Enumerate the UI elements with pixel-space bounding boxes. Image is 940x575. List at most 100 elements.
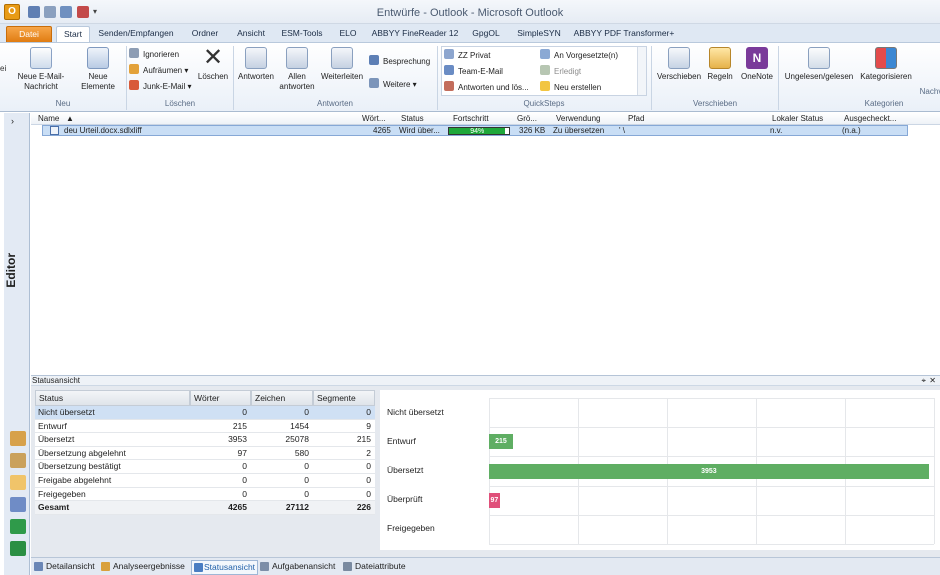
chart-gridline bbox=[489, 427, 934, 429]
tab-gpgol[interactable]: GpgOL bbox=[466, 26, 506, 42]
reply-button[interactable]: Antworten bbox=[236, 47, 276, 82]
unread-read-button[interactable]: Ungelesen/gelesen bbox=[781, 47, 857, 82]
meeting-button[interactable]: Besprechung bbox=[369, 55, 430, 67]
forward-button[interactable]: Weiterleiten bbox=[318, 47, 366, 82]
file-checked-out: (n.a.) bbox=[842, 126, 861, 135]
tab-simplesyn[interactable]: SimpleSYN bbox=[511, 26, 567, 42]
chart-gridline bbox=[934, 398, 935, 544]
tab-detailansicht[interactable]: Detailansicht bbox=[34, 560, 95, 573]
quickstep-to-manager[interactable]: An Vorgesetzte(n) bbox=[540, 49, 618, 61]
quickstep-team-email[interactable]: Team-E-Mail bbox=[444, 65, 503, 77]
status-table-row[interactable]: Übersetzung bestätigt 0 0 0 bbox=[35, 460, 375, 474]
column-header-path[interactable]: Pfad bbox=[628, 114, 644, 123]
tab-analyseergebnisse[interactable]: Analyseergebnisse bbox=[101, 560, 185, 573]
column-header-row: Name ▲ Wört... Status Fortschritt Grö...… bbox=[31, 113, 940, 125]
status-table-total-row[interactable]: Gesamt 4265 27112 226 bbox=[35, 501, 375, 515]
tab-abbyy-pdf-transformer[interactable]: ABBYY PDF Transformer+ bbox=[572, 26, 676, 42]
expand-chevron-icon[interactable]: › bbox=[11, 116, 14, 126]
status-table-header-chars[interactable]: Zeichen bbox=[251, 390, 313, 406]
delete-button[interactable]: ✕ Löschen bbox=[196, 46, 230, 82]
tab-statusansicht[interactable]: Statusansicht bbox=[191, 560, 259, 575]
file-status: Wird über... bbox=[399, 126, 440, 135]
ignore-button[interactable]: Ignorieren bbox=[129, 48, 179, 60]
tab-ordner[interactable]: Ordner bbox=[183, 26, 227, 42]
status-table-row[interactable]: Übersetzt 3953 25078 215 bbox=[35, 433, 375, 447]
chart-gridline bbox=[489, 514, 934, 516]
cleanup-icon bbox=[129, 64, 139, 74]
new-items-label: Neue Elemente bbox=[81, 72, 115, 91]
move-label: Verschieben bbox=[656, 72, 702, 81]
detail-view-icon bbox=[34, 562, 43, 571]
forward-icon bbox=[331, 47, 353, 69]
file-row[interactable]: deu Urteil.docx.sdlxliff 4265 Wird über.… bbox=[42, 125, 908, 136]
quickstep-reply-delete[interactable]: Antworten und lös... bbox=[444, 81, 529, 93]
file-size: 326 KB bbox=[519, 126, 546, 135]
cleanup-button[interactable]: Aufräumen ▾ bbox=[129, 64, 188, 76]
title-bar: O ▾ Entwürfe - Outlook - Microsoft Outlo… bbox=[0, 0, 940, 24]
status-value: 2 bbox=[366, 447, 371, 458]
status-table-row[interactable]: Freigabe abgelehnt 0 0 0 bbox=[35, 474, 375, 488]
group-label-neu: Neu bbox=[55, 99, 71, 108]
pencil-icon[interactable] bbox=[10, 519, 26, 534]
tab-abbyy-finereader[interactable]: ABBYY FineReader 12 bbox=[368, 26, 462, 42]
status-table-header-segments[interactable]: Segmente bbox=[313, 390, 375, 406]
reply-all-icon bbox=[286, 47, 308, 69]
chart-bar: 97 bbox=[489, 492, 500, 508]
rules-button[interactable]: Regeln bbox=[705, 47, 735, 82]
status-table-header-words[interactable]: Wörter bbox=[190, 390, 251, 406]
categorize-button[interactable]: Kategorisieren bbox=[857, 47, 915, 82]
column-header-name[interactable]: Name bbox=[38, 114, 59, 123]
inbox-icon[interactable] bbox=[10, 453, 26, 468]
onenote-button[interactable]: N OneNote bbox=[737, 47, 777, 82]
status-table-row[interactable]: Übersetzung abgelehnt 97 580 2 bbox=[35, 446, 375, 461]
tab-aufgabenansicht[interactable]: Aufgabenansicht bbox=[260, 560, 335, 573]
status-value: 25078 bbox=[285, 434, 309, 445]
junk-button[interactable]: Junk-E-Mail ▾ bbox=[129, 80, 191, 92]
home-icon[interactable] bbox=[10, 431, 26, 446]
quickstep-zz-privat[interactable]: ZZ Privat bbox=[444, 49, 490, 61]
chart-category-label: Überprüft bbox=[387, 494, 423, 505]
column-header-size[interactable]: Grö... bbox=[517, 114, 537, 123]
close-panel-icon[interactable]: ✕ bbox=[929, 376, 936, 386]
status-table-row[interactable]: Entwurf 215 1454 9 bbox=[35, 419, 375, 434]
new-mail-button[interactable]: Neue E-Mail-Nachricht bbox=[6, 47, 76, 92]
tab-senden-empfangen[interactable]: Senden/Empfangen bbox=[95, 26, 177, 42]
chart-bar: 3953 bbox=[489, 463, 929, 479]
status-value: 27112 bbox=[285, 502, 309, 513]
reply-all-button[interactable]: Allen antworten bbox=[278, 47, 316, 92]
bottom-tab-bar: Detailansicht Analyseergebnisse Statusan… bbox=[31, 557, 940, 575]
onenote-icon: N bbox=[746, 47, 768, 69]
quickstep-create-new[interactable]: Neu erstellen bbox=[540, 81, 601, 93]
pin-icon[interactable]: ⌖ bbox=[921, 376, 926, 386]
tab-elo[interactable]: ELO bbox=[334, 26, 362, 42]
tab-start[interactable]: Start bbox=[56, 26, 90, 42]
column-header-usage[interactable]: Verwendung bbox=[556, 114, 600, 123]
tab-esm-tools[interactable]: ESM-Tools bbox=[276, 26, 328, 42]
ignore-icon bbox=[129, 48, 139, 58]
column-header-status[interactable]: Status bbox=[401, 114, 424, 123]
document-icon[interactable] bbox=[10, 497, 26, 512]
quicksteps-scroll[interactable] bbox=[637, 47, 646, 95]
column-header-local-status[interactable]: Lokaler Status bbox=[772, 114, 823, 123]
book-icon[interactable] bbox=[10, 541, 26, 556]
new-items-button[interactable]: Neue Elemente bbox=[76, 47, 120, 92]
column-header-words[interactable]: Wört... bbox=[362, 114, 386, 123]
move-button[interactable]: Verschieben bbox=[654, 47, 704, 82]
group-separator bbox=[778, 46, 779, 110]
status-table-row[interactable]: Freigegeben 0 0 0 bbox=[35, 487, 375, 502]
new-mail-label: Neue E-Mail-Nachricht bbox=[17, 72, 65, 91]
more-reply-button[interactable]: Weitere ▾ bbox=[369, 78, 417, 90]
folder-icon[interactable] bbox=[10, 475, 26, 490]
tab-datei[interactable]: Datei bbox=[6, 26, 52, 42]
status-table-header-status[interactable]: Status bbox=[35, 390, 190, 406]
column-header-checked-out[interactable]: Ausgecheckt... bbox=[844, 114, 896, 123]
status-value: 226 bbox=[356, 502, 371, 513]
column-header-progress[interactable]: Fortschritt bbox=[453, 114, 489, 123]
meeting-icon bbox=[369, 55, 379, 65]
status-table-row[interactable]: Nicht übersetzt 0 0 0 bbox=[35, 406, 375, 420]
tab-ansicht[interactable]: Ansicht bbox=[232, 26, 270, 42]
tab-dateiattribute[interactable]: Dateiattribute bbox=[343, 560, 406, 573]
file-local-status: n.v. bbox=[770, 126, 783, 135]
progress-fill: 94% bbox=[449, 128, 506, 135]
quickstep-done[interactable]: Erledigt bbox=[540, 65, 581, 77]
